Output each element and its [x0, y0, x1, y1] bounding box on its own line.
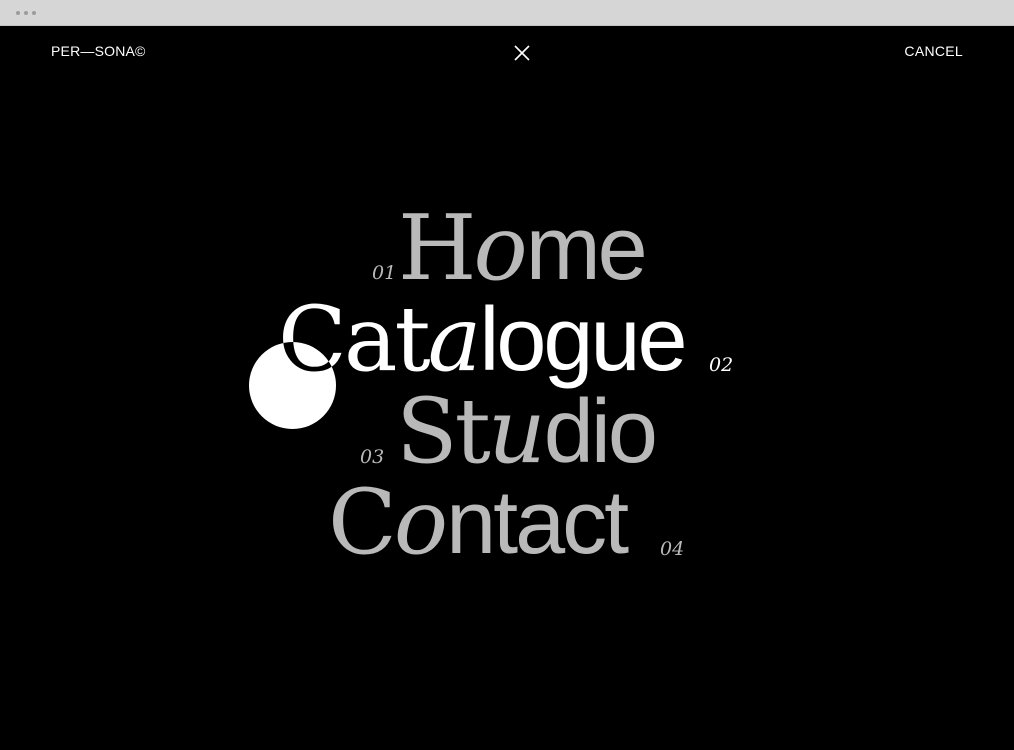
- menu-item-contact-part: ntact: [446, 473, 629, 573]
- menu-item-contact-part: C: [328, 470, 397, 575]
- cancel-button[interactable]: CANCEL: [904, 43, 963, 59]
- menu-number-home: 01: [372, 262, 397, 284]
- menu-number-contact: 04: [660, 538, 685, 560]
- menu-item-catalogue-part: a: [427, 287, 482, 392]
- menu-item-home-part: H: [398, 196, 476, 301]
- menu-item-catalogue-part: logue: [479, 290, 687, 390]
- menu-item-home[interactable]: Home: [398, 204, 648, 295]
- menu-item-contact[interactable]: Contact: [328, 478, 629, 569]
- window-dot: [32, 11, 36, 15]
- menu-item-home-part: o: [473, 196, 528, 301]
- close-icon[interactable]: [512, 43, 532, 63]
- menu-item-studio[interactable]: Studio: [396, 387, 658, 478]
- cursor-circle: [249, 342, 336, 429]
- menu-item-home-part: me: [525, 199, 648, 299]
- menu-item-contact-part: o: [393, 470, 448, 575]
- menu-number-studio: 03: [360, 446, 385, 468]
- window-dot: [24, 11, 28, 15]
- menu-item-studio-part: dio: [543, 382, 658, 482]
- window-dots: [16, 11, 36, 15]
- menu-item-catalogue[interactable]: Catalogue: [278, 295, 688, 386]
- window-dot: [16, 11, 20, 15]
- top-bar: PER—SONA© CANCEL: [0, 26, 1014, 78]
- menu-number-catalogue: 02: [709, 354, 734, 376]
- browser-chrome: [0, 0, 1014, 26]
- menu-item-studio-part: St: [396, 379, 491, 484]
- brand-logo[interactable]: PER—SONA©: [51, 43, 146, 59]
- menu-item-studio-part: u: [487, 379, 546, 484]
